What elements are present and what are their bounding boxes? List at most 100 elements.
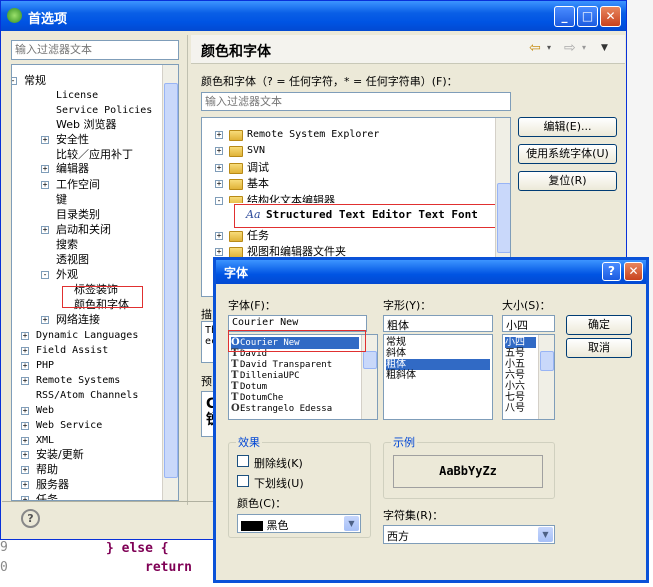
use-system-font-button[interactable]: 使用系统字体(U) [518,144,617,164]
tree-scrollbar[interactable] [162,65,178,500]
expand-icon[interactable]: + [21,422,29,430]
expand-icon[interactable]: + [215,180,223,188]
color-font-filter-input[interactable] [201,92,511,111]
list-item[interactable]: 七号 [505,392,536,403]
expand-icon[interactable]: + [215,147,223,155]
maximize-button[interactable]: □ [577,6,598,27]
tree-item[interactable]: Remote System Explorer [247,128,379,142]
dialog-close-button[interactable]: ✕ [624,262,643,281]
expand-icon[interactable]: + [21,407,29,415]
expand-icon[interactable]: + [21,466,29,474]
collapse-icon[interactable]: - [41,271,49,279]
help-icon[interactable]: ? [21,509,40,528]
tree-item[interactable]: Remote Systems [36,374,120,388]
tree-item[interactable]: 外观 [56,268,78,282]
tree-item[interactable]: 编辑器 [56,162,89,176]
expand-icon[interactable]: + [215,248,223,256]
expand-icon[interactable]: + [215,131,223,139]
tree-item[interactable]: SVN [247,144,265,158]
tree-item[interactable]: 搜索 [56,238,78,252]
back-arrow-icon[interactable]: ⇦ [529,40,541,56]
tree-item[interactable]: 帮助 [36,463,58,477]
list-item[interactable]: 斜体 [386,348,490,359]
chevron-down-icon[interactable]: ▼ [344,516,359,531]
tree-item[interactable]: PHP [36,359,54,373]
tree-item[interactable]: 工作空间 [56,178,100,192]
tree-item[interactable]: 任务 [36,493,58,500]
expand-icon[interactable]: + [41,316,49,324]
expand-icon[interactable]: + [41,226,49,234]
list-item[interactable]: 小六 [505,381,536,392]
tree-item[interactable]: 常规 [24,74,46,88]
list-item[interactable]: 八号 [505,403,536,414]
splitter[interactable] [187,35,188,505]
expand-icon[interactable]: + [41,181,49,189]
ok-button[interactable]: 确定 [566,315,632,335]
expand-icon[interactable]: + [215,232,223,240]
scrollbar-thumb[interactable] [540,351,554,371]
scrollbar-thumb[interactable] [164,83,178,478]
cancel-button[interactable]: 取消 [566,338,632,358]
list-item[interactable]: 五号 [505,348,536,359]
strikeout-checkbox[interactable] [237,455,249,467]
expand-icon[interactable]: + [21,451,29,459]
close-button[interactable]: ✕ [600,6,621,27]
list-item[interactable]: OEstrangelo Edessa [231,403,359,415]
menu-icon[interactable]: ▼ [601,43,608,53]
expand-icon[interactable]: + [21,332,29,340]
underline-checkbox[interactable] [237,475,249,487]
tree-item[interactable]: 任务 [247,229,269,243]
tree-item[interactable]: 服务器 [36,478,69,492]
list-item[interactable]: 小四 [505,337,536,348]
tree-item[interactable]: 基本 [247,177,269,191]
tree-item[interactable]: Web Service [36,419,102,433]
edit-button[interactable]: 编辑(E)... [518,117,617,137]
tree-item[interactable]: 目录类别 [56,208,100,222]
scrollbar-thumb[interactable] [497,183,510,253]
tree-item[interactable]: Service Policies [56,104,152,118]
left-filter-input[interactable] [11,40,179,60]
expand-icon[interactable]: + [41,165,49,173]
tree-item[interactable]: RSS/Atom Channels [36,389,138,403]
expand-icon[interactable]: + [21,481,29,489]
expand-icon[interactable]: + [21,437,29,445]
chevron-down-icon[interactable]: ▾ [582,43,586,52]
forward-arrow-icon[interactable]: ⇨ [564,40,576,56]
expand-icon[interactable]: + [41,136,49,144]
tree-item[interactable]: 比较／应用补丁 [56,148,133,162]
collapse-icon[interactable]: - [12,77,17,85]
list-item[interactable]: 六号 [505,370,536,381]
tree-item[interactable]: Web [36,404,54,418]
reset-button[interactable]: 复位(R) [518,171,617,191]
help-button[interactable]: ? [602,262,621,281]
list-item[interactable]: 小五 [505,359,536,370]
scrollbar-thumb[interactable] [363,351,377,369]
tree-item[interactable]: License [56,89,98,103]
expand-icon[interactable]: + [21,377,29,385]
font-size-input[interactable]: 小四 [502,315,555,332]
list-item[interactable]: 常规 [386,337,490,348]
collapse-icon[interactable]: - [215,197,223,205]
tree-item[interactable]: XML [36,434,54,448]
tree-item[interactable]: 调试 [247,161,269,175]
charset-select[interactable]: 西方 ▼ [383,525,555,544]
tree-item[interactable]: 启动和关闭 [56,223,111,237]
font-style-input[interactable]: 粗体 [383,315,493,332]
tree-item[interactable]: Field Assist [36,344,108,358]
list-item[interactable]: 粗体 [386,359,490,370]
chevron-down-icon[interactable]: ▾ [547,43,551,52]
expand-icon[interactable]: + [21,347,29,355]
tree-item[interactable]: 键 [56,193,67,207]
tree-item[interactable]: Dynamic Languages [36,329,138,343]
list-item[interactable]: 粗斜体 [386,370,490,381]
chevron-down-icon[interactable]: ▼ [538,527,553,542]
minimize-button[interactable]: _ [554,6,575,27]
tree-item[interactable]: 网络连接 [56,313,100,327]
expand-icon[interactable]: + [21,362,29,370]
tree-item[interactable]: Web 浏览器 [56,118,116,132]
size-list-scrollbar[interactable] [538,335,554,419]
tree-item[interactable]: 安装/更新 [36,448,84,462]
tree-item[interactable]: 安全性 [56,133,89,147]
expand-icon[interactable]: + [215,164,223,172]
tree-item[interactable]: 透视图 [56,253,89,267]
